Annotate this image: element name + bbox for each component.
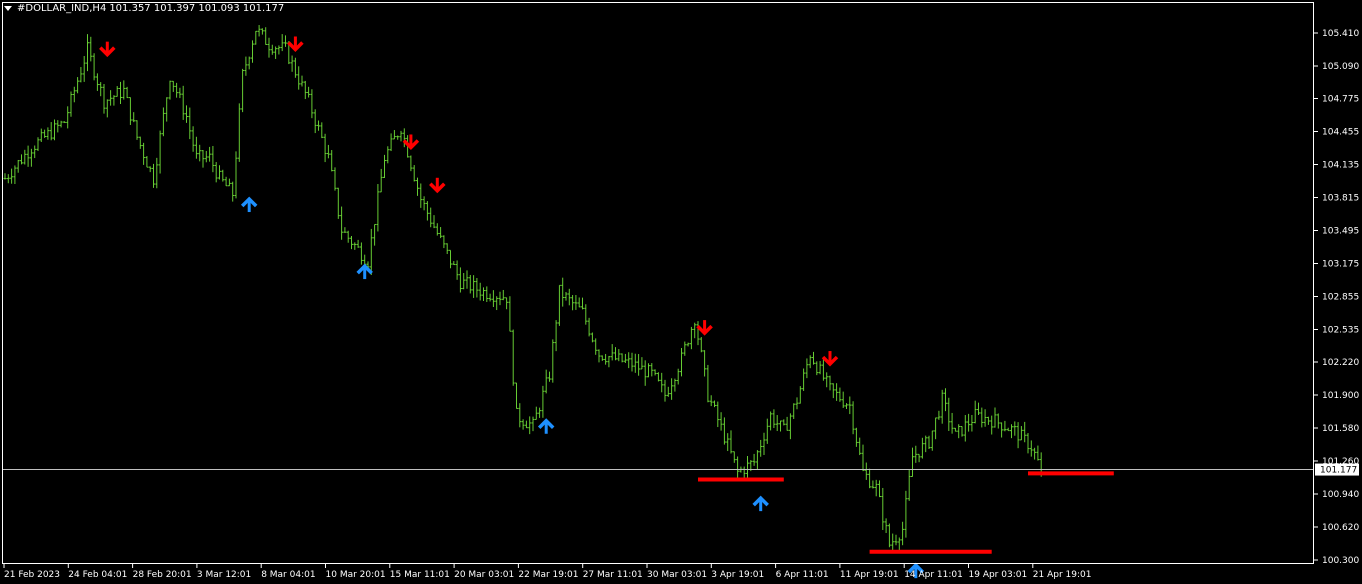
price-tick-label: 100.300 bbox=[1322, 556, 1359, 566]
time-tick-label: 3 Mar 12:01 bbox=[197, 570, 251, 580]
price-tick-label: 102.535 bbox=[1322, 326, 1359, 336]
price-tick-label: 105.090 bbox=[1322, 62, 1359, 72]
time-tick-label: 20 Mar 03:01 bbox=[454, 570, 514, 580]
price-tick-label: 103.175 bbox=[1322, 259, 1359, 269]
current-price-tag-label: 101.177 bbox=[1320, 466, 1357, 476]
price-tick-label: 103.495 bbox=[1322, 226, 1359, 236]
time-tick-label: 30 Mar 03:01 bbox=[647, 570, 707, 580]
time-tick-label: 8 Mar 04:01 bbox=[261, 570, 315, 580]
time-tick-label: 3 Apr 19:01 bbox=[711, 570, 764, 580]
current-price-tag: 101.177 bbox=[1315, 463, 1359, 476]
plot-background bbox=[0, 0, 1362, 584]
price-tick-label: 100.620 bbox=[1322, 523, 1359, 533]
time-tick-label: 22 Mar 19:01 bbox=[518, 570, 578, 580]
time-tick-label: 27 Mar 11:01 bbox=[583, 570, 643, 580]
time-tick-label: 24 Feb 04:01 bbox=[68, 570, 127, 580]
price-tick-label: 104.455 bbox=[1322, 127, 1359, 137]
time-tick-label: 6 Apr 11:01 bbox=[776, 570, 829, 580]
price-tick-label: 102.855 bbox=[1322, 293, 1359, 303]
time-tick-label: 28 Feb 20:01 bbox=[133, 570, 192, 580]
price-tick-label: 101.580 bbox=[1322, 424, 1359, 434]
time-tick-label: 21 Apr 19:01 bbox=[1033, 570, 1092, 580]
time-tick-label: 11 Apr 19:01 bbox=[840, 570, 899, 580]
price-tick-label: 102.220 bbox=[1322, 358, 1359, 368]
time-tick-label: 21 Feb 2023 bbox=[4, 570, 60, 580]
time-tick-label: 15 Mar 11:01 bbox=[390, 570, 450, 580]
price-tick-label: 104.135 bbox=[1322, 160, 1359, 170]
price-tick-label: 100.940 bbox=[1322, 490, 1359, 500]
time-tick-label: 19 Apr 03:01 bbox=[969, 570, 1028, 580]
time-tick-label: 10 Mar 20:01 bbox=[326, 570, 386, 580]
price-tick-label: 104.775 bbox=[1322, 94, 1359, 104]
dropdown-triangle-icon[interactable] bbox=[4, 6, 12, 11]
time-tick-label: 14 Apr 11:01 bbox=[904, 570, 963, 580]
chart-canvas[interactable]: 105.410 105.090 104.775 104.455 104.135 103.8… bbox=[0, 0, 1362, 584]
price-tick-label: 103.815 bbox=[1322, 193, 1359, 203]
chart-header: #DOLLAR_IND,H4 101.357 101.397 101.093 1… bbox=[4, 3, 284, 14]
symbol-label: #DOLLAR_IND,H4 bbox=[17, 3, 107, 14]
ohlc-readout: 101.357 101.397 101.093 101.177 bbox=[109, 3, 285, 14]
price-tick-label: 101.900 bbox=[1322, 391, 1359, 401]
price-tick-label: 105.410 bbox=[1322, 29, 1359, 39]
